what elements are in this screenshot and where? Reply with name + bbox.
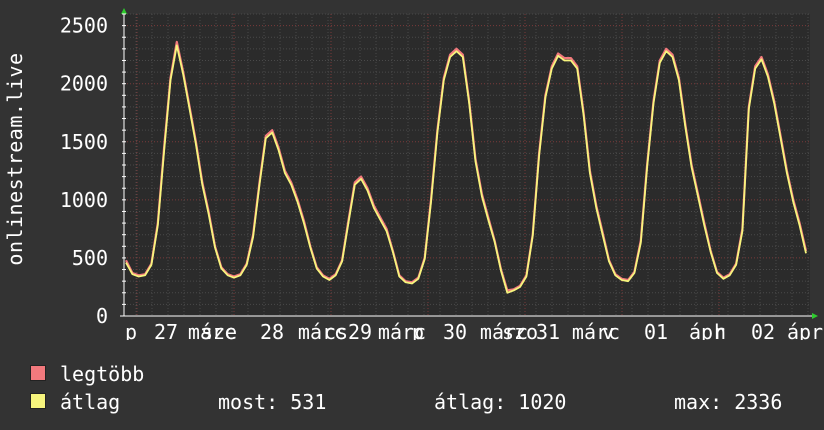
x-tick-label: 31 xyxy=(536,320,560,340)
x-tick-label: 02 xyxy=(751,320,775,340)
y-axis-arrow xyxy=(121,8,127,14)
x-tick-label: 29 xyxy=(348,320,372,340)
x-tick-label: sze xyxy=(201,320,237,340)
x-tick-label: p xyxy=(412,320,424,340)
x-ticks: p 27 márcsze 28 márccs 29 márcp 30 márcszo31 márc… xyxy=(125,320,823,340)
stat-atlag: átlag: 1020 xyxy=(434,390,567,414)
y-axis-label-wrap: onlinestream.live xyxy=(3,0,27,318)
x-tick-label: 30 xyxy=(443,320,467,340)
x-tick-label: szo xyxy=(502,320,538,340)
x-axis-arrow xyxy=(812,313,818,319)
legend-swatch-atlag xyxy=(30,393,46,409)
y-ticks: 0 500 1000 1500 2000 2500 xyxy=(60,14,108,328)
x-tick-label: 28 xyxy=(260,320,284,340)
legend-swatch-legtobb xyxy=(30,365,46,381)
x-tick-label: h xyxy=(714,320,726,340)
stat-most: most: 531 xyxy=(218,390,327,414)
y-axis-label: onlinestream.live xyxy=(3,52,27,266)
chart: 05001000150020002500 p 27 márcsze 28 márccs 2… xyxy=(60,8,823,340)
x-tick-label: p xyxy=(125,320,137,340)
y-tick-label: 500 xyxy=(72,246,108,270)
legend-label-legtobb: legtöbb xyxy=(60,362,145,386)
x-tick-label: 01 xyxy=(644,320,668,340)
y-tick-label: 0 xyxy=(96,304,108,328)
y-tick-label: 1500 xyxy=(60,130,108,154)
y-tick-label: 2000 xyxy=(60,72,108,96)
stat-max: max: 2336 xyxy=(674,390,783,414)
x-tick-label: v xyxy=(602,320,614,340)
y-tick-label: 2500 xyxy=(60,14,108,38)
x-tick-label: cs xyxy=(324,320,348,340)
x-tick-label: 27 xyxy=(154,320,178,340)
legend-label-atlag: átlag xyxy=(60,390,121,414)
x-tick-label: ápr xyxy=(787,320,823,340)
y-tick-label: 1000 xyxy=(60,188,108,212)
